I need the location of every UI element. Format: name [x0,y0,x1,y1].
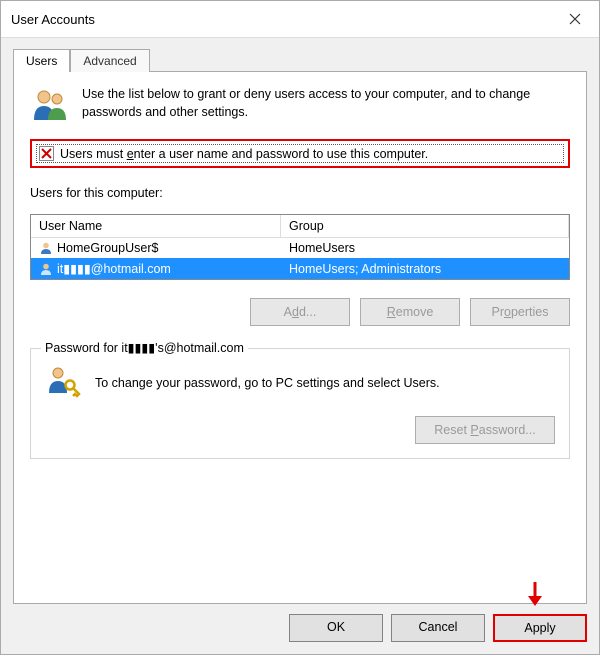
users-icon [30,86,70,125]
checkbox-icon [39,146,54,161]
tab-advanced[interactable]: Advanced [70,49,149,72]
tab-panel-users: Use the list below to grant or deny user… [13,71,587,604]
cell-group: HomeUsers; Administrators [281,259,569,279]
column-header-username[interactable]: User Name [31,215,281,238]
intro-text: Use the list below to grant or deny user… [82,86,570,121]
close-button[interactable] [555,7,595,31]
must-enter-credentials-checkbox[interactable]: Users must enter a user name and passwor… [36,144,564,163]
add-button[interactable]: Add... [250,298,350,326]
close-icon [569,13,581,25]
properties-button[interactable]: Properties [470,298,570,326]
users-list-caption: Users for this computer: [30,186,570,200]
client-area: Users Advanced Use the list below to gra… [1,38,599,654]
cell-group: HomeUsers [281,238,569,258]
checkbox-label: Users must enter a user name and passwor… [60,147,428,161]
password-group-text: To change your password, go to PC settin… [95,376,440,390]
listview-header: User Name Group [31,215,569,238]
tab-users[interactable]: Users [13,49,70,72]
user-buttons-row: Add... Remove Properties [30,298,570,326]
table-row[interactable]: HomeGroupUser$ HomeUsers [31,238,569,258]
arrow-annotation-icon [523,580,547,613]
key-icon [45,363,81,402]
column-header-group[interactable]: Group [281,215,569,238]
user-accounts-window: User Accounts Users Advanced Use the li [0,0,600,655]
cell-username: HomeGroupUser$ [31,238,281,258]
table-row[interactable]: it▮▮▮▮@hotmail.com HomeUsers; Administra… [31,258,569,279]
reset-password-button[interactable]: Reset Password... [415,416,555,444]
password-group-caption: Password for it▮▮▮▮'s@hotmail.com [41,340,248,355]
user-icon [39,241,53,255]
window-title: User Accounts [11,12,95,27]
dialog-buttons: OK Cancel Apply [13,604,587,642]
cell-username: it▮▮▮▮@hotmail.com [31,258,281,279]
highlight-box-checkbox: Users must enter a user name and passwor… [30,139,570,168]
ok-button[interactable]: OK [289,614,383,642]
intro-row: Use the list below to grant or deny user… [30,86,570,125]
cancel-button[interactable]: Cancel [391,614,485,642]
remove-button[interactable]: Remove [360,298,460,326]
users-listview[interactable]: User Name Group HomeGroupUser$ HomeUsers [30,214,570,280]
apply-button[interactable]: Apply [493,614,587,642]
user-icon [39,262,53,276]
tab-strip: Users Advanced [13,49,587,72]
password-groupbox: Password for it▮▮▮▮'s@hotmail.com To cha… [30,348,570,459]
titlebar: User Accounts [1,1,599,38]
